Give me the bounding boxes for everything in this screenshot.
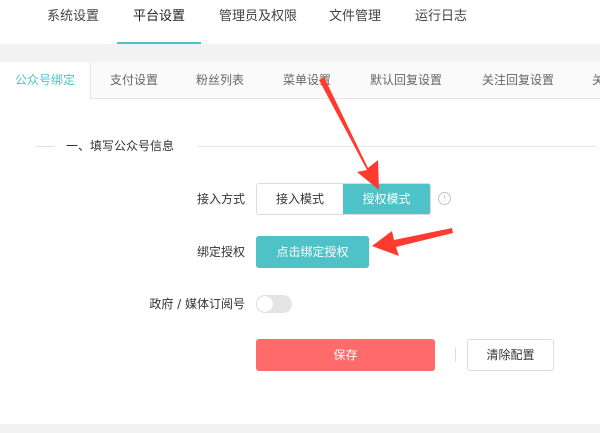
top-tab-file-management[interactable]: 文件管理: [329, 0, 381, 44]
access-mode-option-authorize[interactable]: 授权模式: [343, 184, 430, 214]
sub-tab-account-binding[interactable]: 公众号绑定: [0, 62, 91, 99]
sub-tab-truncated[interactable]: 关: [592, 62, 600, 98]
clear-config-button[interactable]: 清除配置: [467, 339, 554, 371]
access-mode-segmented-control: 接入模式 授权模式: [256, 183, 431, 215]
top-nav: 系统设置 平台设置 管理员及权限 文件管理 运行日志: [0, 0, 600, 44]
bind-auth-button[interactable]: 点击绑定授权: [256, 236, 369, 268]
top-tab-admin-permissions[interactable]: 管理员及权限: [219, 0, 297, 44]
info-icon[interactable]: !: [438, 192, 451, 205]
bind-auth-label: 绑定授权: [196, 245, 245, 259]
sub-tab-default-reply[interactable]: 默认回复设置: [370, 62, 442, 98]
top-tab-run-logs[interactable]: 运行日志: [415, 0, 467, 44]
gov-media-label: 政府 / 媒体订阅号: [149, 297, 245, 311]
sub-tab-payment-settings[interactable]: 支付设置: [110, 62, 158, 98]
access-mode-option-access[interactable]: 接入模式: [257, 184, 343, 214]
toggle-knob: [257, 296, 273, 312]
save-button[interactable]: 保存: [256, 339, 435, 371]
action-divider: [455, 348, 456, 362]
top-tab-platform-settings[interactable]: 平台设置: [116, 0, 202, 44]
gov-media-toggle[interactable]: [256, 295, 292, 313]
sub-tab-menu-settings[interactable]: 菜单设置: [283, 62, 331, 98]
sub-tab-fans-list[interactable]: 粉丝列表: [196, 62, 244, 98]
access-mode-label: 接入方式: [196, 192, 245, 206]
top-tab-system-settings[interactable]: 系统设置: [47, 0, 99, 44]
sub-tab-follow-reply[interactable]: 关注回复设置: [482, 62, 554, 98]
section-header: 一、填写公众号信息: [36, 137, 596, 157]
section-title: 一、填写公众号信息: [66, 139, 175, 153]
sub-tabs: 公众号绑定 支付设置 粉丝列表 菜单设置 默认回复设置 关注回复设置 关: [0, 62, 600, 99]
section-divider-left: [36, 146, 54, 147]
main-panel: 公众号绑定 支付设置 粉丝列表 菜单设置 默认回复设置 关注回复设置 关 一、填…: [0, 62, 600, 424]
section-divider-right: [198, 146, 596, 147]
bottom-strip: [0, 424, 600, 433]
